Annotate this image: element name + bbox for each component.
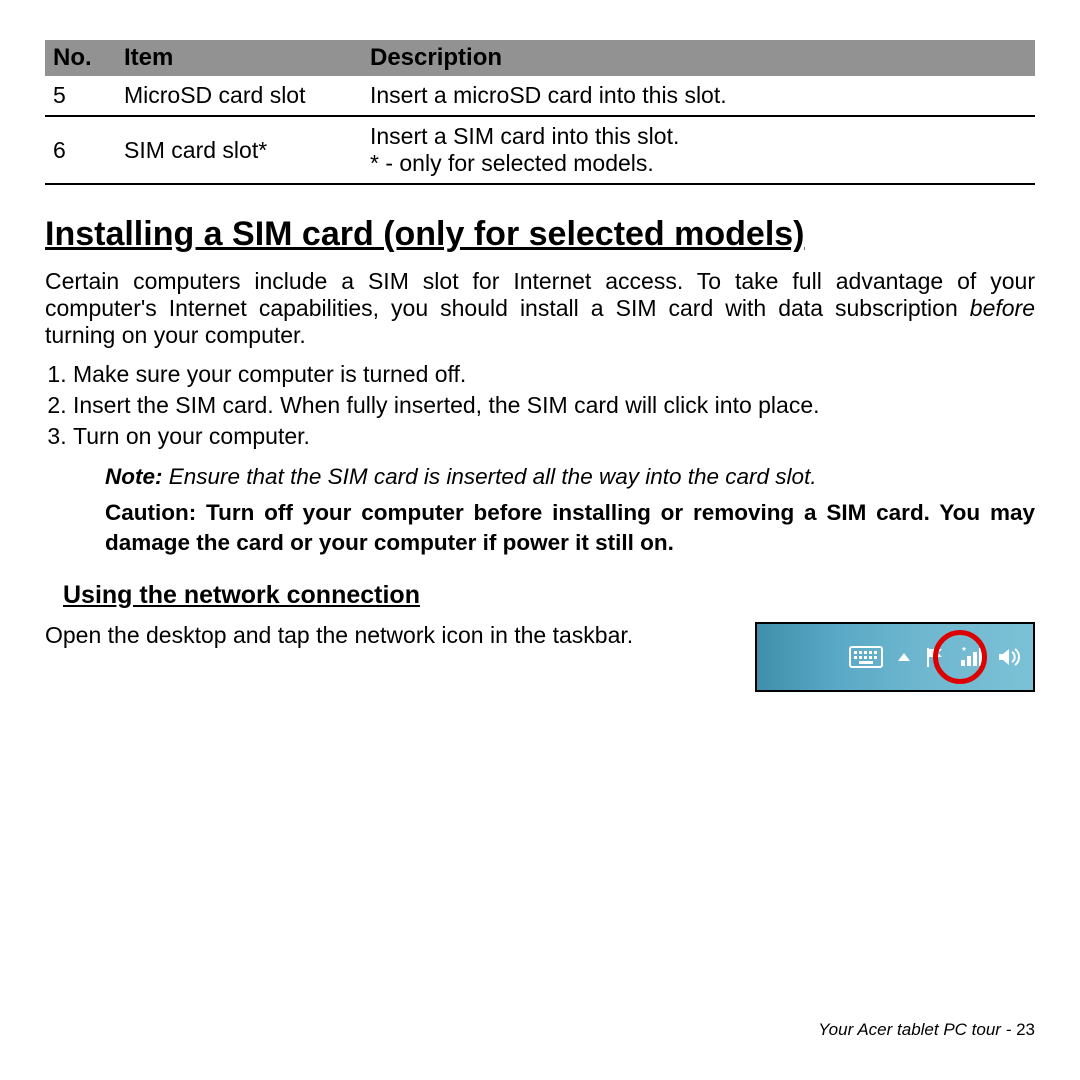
intro-post: turning on your computer.	[45, 322, 306, 348]
note-label: Note:	[105, 464, 163, 489]
heading-network-connection: Using the network connection	[63, 581, 1035, 610]
intro-pre: Certain computers include a SIM slot for…	[45, 268, 1035, 321]
cell-desc: Insert a SIM card into this slot. * - on…	[362, 116, 1035, 184]
footer-page-number: 23	[1016, 1020, 1035, 1039]
table-row: 5 MicroSD card slot Insert a microSD car…	[45, 76, 1035, 116]
list-item: Turn on your computer.	[73, 423, 1035, 450]
intro-em: before	[970, 295, 1035, 321]
list-item: Insert the SIM card. When fully inserted…	[73, 392, 1035, 419]
install-steps: Make sure your computer is turned off. I…	[45, 361, 1035, 450]
cell-item: MicroSD card slot	[116, 76, 362, 116]
network-text: Open the desktop and tap the network ico…	[45, 622, 735, 649]
slots-table: No. Item Description 5 MicroSD card slot…	[45, 40, 1035, 185]
cell-desc: Insert a microSD card into this slot.	[362, 76, 1035, 116]
notes-block: Note: Ensure that the SIM card is insert…	[105, 464, 1035, 559]
cell-no: 6	[45, 116, 116, 184]
th-desc: Description	[362, 40, 1035, 76]
highlight-circle	[933, 630, 987, 684]
cell-no: 5	[45, 76, 116, 116]
cell-item: SIM card slot*	[116, 116, 362, 184]
taskbar-screenshot: *	[755, 622, 1035, 692]
network-wrap: Open the desktop and tap the network ico…	[45, 622, 1035, 692]
footer-label: Your Acer tablet PC tour -	[818, 1020, 1016, 1039]
caution-line: Caution: Turn off your computer before i…	[105, 498, 1035, 559]
list-item: Make sure your computer is turned off.	[73, 361, 1035, 388]
note-line: Note: Ensure that the SIM card is insert…	[105, 464, 1035, 490]
th-no: No.	[45, 40, 116, 76]
th-item: Item	[116, 40, 362, 76]
table-header-row: No. Item Description	[45, 40, 1035, 76]
heading-install-sim: Installing a SIM card (only for selected…	[45, 215, 1035, 254]
arrow-up-icon	[897, 652, 911, 662]
note-text: Ensure that the SIM card is inserted all…	[163, 464, 817, 489]
volume-icon	[997, 646, 1021, 668]
intro-paragraph: Certain computers include a SIM slot for…	[45, 268, 1035, 349]
table-row: 6 SIM card slot* Insert a SIM card into …	[45, 116, 1035, 184]
page-footer: Your Acer tablet PC tour - 23	[818, 1020, 1035, 1040]
keyboard-icon	[849, 646, 883, 668]
